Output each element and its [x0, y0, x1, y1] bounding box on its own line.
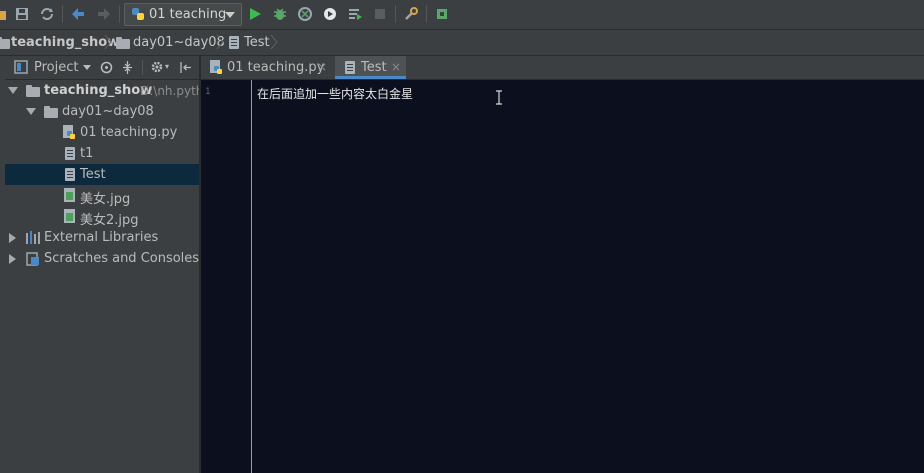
settings-wrench-icon[interactable]: [403, 6, 419, 22]
toolbar-separator: [62, 5, 63, 23]
collapse-all-icon[interactable]: [121, 61, 134, 74]
breadcrumb-item-project[interactable]: teaching_show: [11, 35, 119, 50]
breadcrumb-item-file[interactable]: Test: [244, 35, 270, 50]
tree-item-label: External Libraries: [44, 230, 159, 245]
text-cursor-icon: [496, 90, 502, 105]
hide-panel-icon[interactable]: [179, 61, 192, 74]
text-file-icon: [345, 61, 355, 74]
chevron-down-icon: [225, 12, 235, 18]
project-view-icon: [14, 60, 28, 74]
tree-item-scratches[interactable]: Scratches and Consoles: [5, 248, 199, 269]
folder-icon: [0, 37, 10, 49]
editor-gutter: 1: [201, 80, 252, 473]
sync-icon[interactable]: [39, 6, 55, 22]
header-separator: [142, 60, 143, 75]
run-icon[interactable]: [247, 6, 263, 22]
tree-item-teaching-show[interactable]: teaching_show D:\nh.pyth: [5, 80, 203, 101]
run-with-icon[interactable]: [347, 6, 363, 22]
locate-target-icon[interactable]: [100, 61, 113, 74]
chevron-down-icon[interactable]: [8, 87, 18, 94]
gear-dropdown-icon[interactable]: ▾: [165, 62, 169, 71]
tab-label: 01 teaching.py: [227, 60, 325, 75]
scratches-icon: [26, 252, 39, 266]
chevron-right-icon: [216, 34, 224, 50]
tree-item-test[interactable]: Test: [5, 164, 199, 185]
python-file-icon: [63, 125, 75, 139]
editor-line[interactable]: 在后面追加一些内容太白金星: [257, 85, 413, 102]
image-file-icon: [64, 209, 75, 223]
main-toolbar: 01 teaching: [0, 0, 924, 30]
plugin-icon[interactable]: [434, 6, 450, 22]
tab-label: Test: [361, 60, 387, 75]
folder-icon: [44, 106, 58, 118]
text-file-icon: [65, 147, 75, 160]
tree-item-teaching-py[interactable]: 01 teaching.py: [5, 122, 199, 143]
tree-item-image-2[interactable]: 美女2.jpg: [5, 206, 199, 228]
back-arrow-icon[interactable]: [70, 6, 86, 22]
tree-item-label: Test: [80, 167, 106, 182]
open-folder-icon[interactable]: [0, 6, 8, 22]
text-file-icon: [65, 168, 75, 181]
tab-teaching-py[interactable]: 01 teaching.py ×: [201, 56, 334, 79]
toolbar-separator: [395, 5, 396, 23]
folder-icon: [26, 85, 40, 97]
image-file-icon: [64, 188, 75, 202]
close-icon[interactable]: ×: [391, 60, 401, 74]
chevron-right-icon: [104, 34, 112, 50]
tree-item-label: t1: [80, 146, 94, 161]
python-icon: [132, 8, 144, 20]
project-view-label[interactable]: Project: [34, 60, 78, 75]
chevron-down-icon[interactable]: [83, 65, 91, 70]
breadcrumb-item-folder[interactable]: day01~day08: [133, 35, 225, 50]
tree-item-label: day01~day08: [62, 104, 154, 119]
tree-item-external-libraries[interactable]: External Libraries: [5, 227, 199, 248]
python-file-icon: [210, 60, 222, 74]
project-tree: teaching_show D:\nh.pyth day01~day08 01 …: [5, 80, 203, 473]
save-icon[interactable]: [14, 6, 30, 22]
project-path-hint: D:\nh.pyth: [140, 84, 204, 98]
folder-icon: [116, 37, 130, 49]
tree-item-label: 美女2.jpg: [80, 213, 139, 228]
chevron-right-icon: [270, 34, 278, 50]
close-icon[interactable]: ×: [317, 60, 327, 74]
text-editor[interactable]: 在后面追加一些内容太白金星: [252, 80, 924, 473]
profile-icon[interactable]: [322, 6, 338, 22]
coverage-icon[interactable]: [297, 6, 313, 22]
toolbar-separator: [119, 5, 120, 23]
run-config-dropdown[interactable]: 01 teaching: [124, 3, 242, 26]
tree-item-label: 01 teaching.py: [80, 125, 178, 140]
stop-icon[interactable]: [372, 6, 388, 22]
chevron-right-icon[interactable]: [9, 254, 16, 264]
text-file-icon: [229, 36, 239, 49]
gear-icon[interactable]: [150, 60, 164, 74]
tree-item-day01-day08[interactable]: day01~day08: [5, 101, 199, 122]
debug-icon[interactable]: [272, 6, 288, 22]
forward-arrow-icon[interactable]: [96, 6, 112, 22]
tree-item-t1[interactable]: t1: [5, 143, 199, 164]
line-number: 1: [205, 87, 211, 97]
toolbar-separator: [426, 5, 427, 23]
tree-item-label: 美女.jpg: [80, 192, 131, 207]
tab-test[interactable]: Test ×: [335, 56, 406, 79]
tree-item-image-1[interactable]: 美女.jpg: [5, 185, 199, 207]
breadcrumb: teaching_show day01~day08 Test: [0, 30, 924, 56]
library-icon: [26, 231, 40, 244]
tree-item-label: teaching_show: [44, 83, 153, 98]
project-panel-header: Project ▾: [5, 56, 199, 80]
chevron-right-icon[interactable]: [9, 233, 16, 243]
tree-item-label: Scratches and Consoles: [44, 251, 200, 266]
run-config-label: 01 teaching: [149, 7, 227, 22]
editor-tab-bar: 01 teaching.py × Test ×: [201, 56, 924, 80]
chevron-down-icon[interactable]: [26, 108, 36, 115]
